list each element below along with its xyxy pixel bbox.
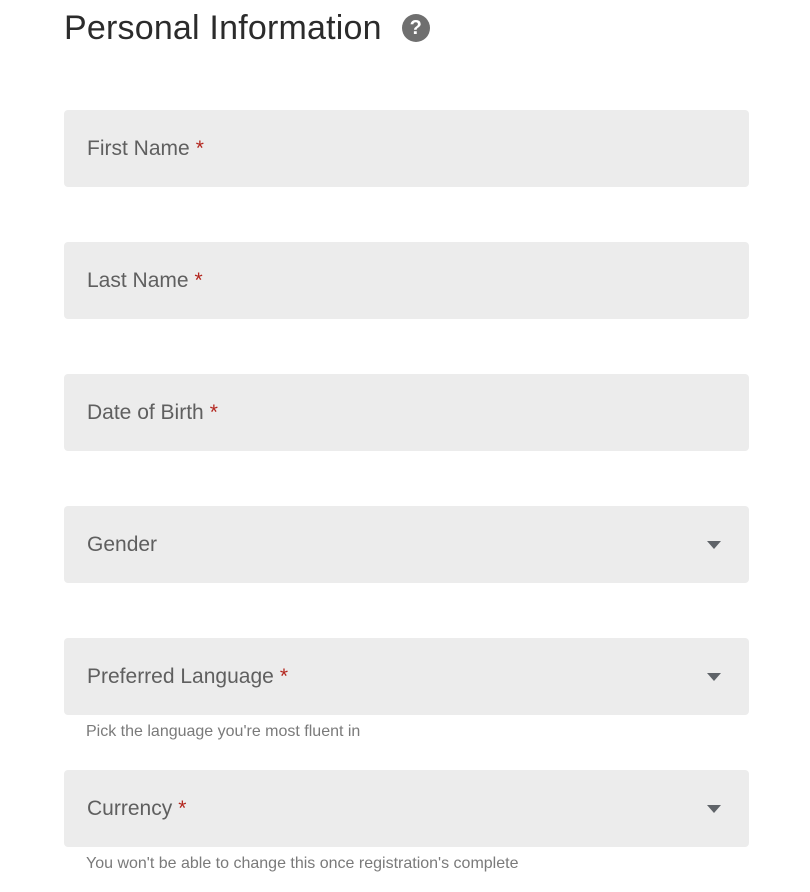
preferred-language-label: Preferred Language — [87, 664, 274, 688]
first-name-label: First Name — [87, 136, 190, 160]
date-of-birth-field[interactable]: Date of Birth * — [64, 374, 749, 451]
section-header: Personal Information ? — [64, 6, 430, 50]
help-question-icon[interactable]: ? — [401, 14, 430, 42]
preferred-language-hint: Pick the language you're most fluent in — [86, 723, 361, 740]
dropdown-arrow-icon — [707, 673, 721, 681]
last-name-field[interactable]: Last Name * — [64, 242, 749, 319]
gender-select[interactable]: Gender — [64, 506, 749, 583]
dropdown-arrow-icon — [707, 541, 721, 549]
currency-hint: You won't be able to change this once re… — [86, 855, 519, 872]
currency-label: Currency — [87, 796, 173, 820]
required-asterisk: * — [178, 796, 187, 820]
first-name-field[interactable]: First Name * — [64, 110, 749, 187]
page-title: Personal Information — [64, 8, 382, 47]
required-asterisk: * — [279, 664, 288, 688]
gender-label: Gender — [87, 532, 158, 556]
required-asterisk: * — [194, 268, 203, 292]
required-asterisk: * — [209, 400, 218, 424]
last-name-label: Last Name — [87, 268, 189, 292]
date-of-birth-label: Date of Birth — [87, 400, 204, 424]
dropdown-arrow-icon — [707, 805, 721, 813]
required-asterisk: * — [195, 136, 204, 160]
currency-select[interactable]: Currency * — [64, 770, 749, 847]
preferred-language-select[interactable]: Preferred Language * — [64, 638, 749, 715]
